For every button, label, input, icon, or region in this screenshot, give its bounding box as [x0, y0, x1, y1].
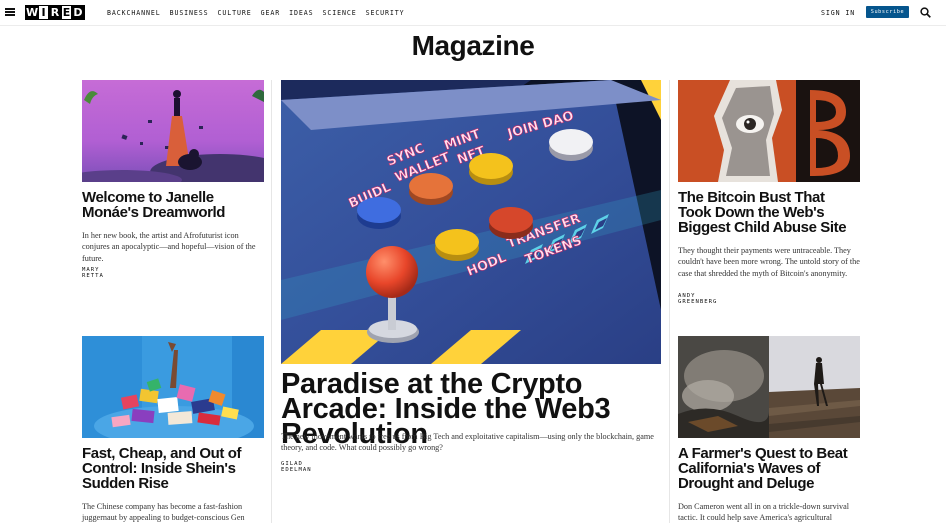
nav-link-backchannel[interactable]: Backchannel [107, 9, 161, 17]
article-byline[interactable]: Mary Retta [82, 267, 104, 279]
article-headline[interactable]: The Bitcoin Bust That Took Down the Web'… [678, 190, 860, 235]
article-image[interactable] [678, 336, 860, 438]
column-divider [271, 80, 272, 523]
page-title: Magazine [411, 30, 535, 61]
wired-logo[interactable]: W I R E D [25, 4, 85, 21]
top-navigation: W I R E D Backchannel Business Culture G… [0, 0, 946, 26]
article-headline[interactable]: Fast, Cheap, and Out of Control: Inside … [82, 446, 264, 491]
article-headline[interactable]: Welcome to Janelle Monáe's Dreamworld [82, 190, 264, 220]
nav-link-business[interactable]: Business [170, 9, 209, 17]
nav-link-security[interactable]: Security [366, 9, 405, 17]
logo-letter: D [71, 5, 85, 20]
article-image[interactable] [82, 336, 264, 438]
nav-link-science[interactable]: Science [322, 9, 356, 17]
article-dek: Don Cameron went all in on a trickle-dow… [678, 502, 849, 523]
article-dek: They thought their payments were untrace… [678, 246, 860, 278]
section-nav: Backchannel Business Culture Gear Ideas … [107, 9, 405, 17]
article-dek: In her new book, the artist and Afrofutu… [82, 231, 256, 263]
subscribe-button[interactable]: Subscribe [866, 6, 909, 18]
article-byline[interactable]: Andy Greenberg [678, 293, 717, 305]
article-image[interactable] [82, 80, 264, 182]
column-divider [669, 80, 670, 523]
featured-article-image[interactable]: JOIN DAO MINT NFT SYNC WALLET BUIDL TRAN… [281, 80, 661, 364]
sign-in-link[interactable]: Sign In [821, 9, 855, 17]
nav-link-ideas[interactable]: Ideas [289, 9, 313, 17]
article-image[interactable] [678, 80, 860, 182]
nav-link-culture[interactable]: Culture [218, 9, 252, 17]
menu-icon[interactable] [5, 8, 15, 16]
article-headline[interactable]: A Farmer's Quest to Beat California's Wa… [678, 446, 860, 491]
article-dek: The new movement wants to free us from B… [281, 432, 654, 453]
article-dek: The Chinese company has become a fast-fa… [82, 502, 245, 523]
nav-link-gear[interactable]: Gear [261, 9, 280, 17]
search-icon[interactable] [920, 7, 931, 18]
article-byline[interactable]: Gilad Edelman [281, 461, 312, 473]
